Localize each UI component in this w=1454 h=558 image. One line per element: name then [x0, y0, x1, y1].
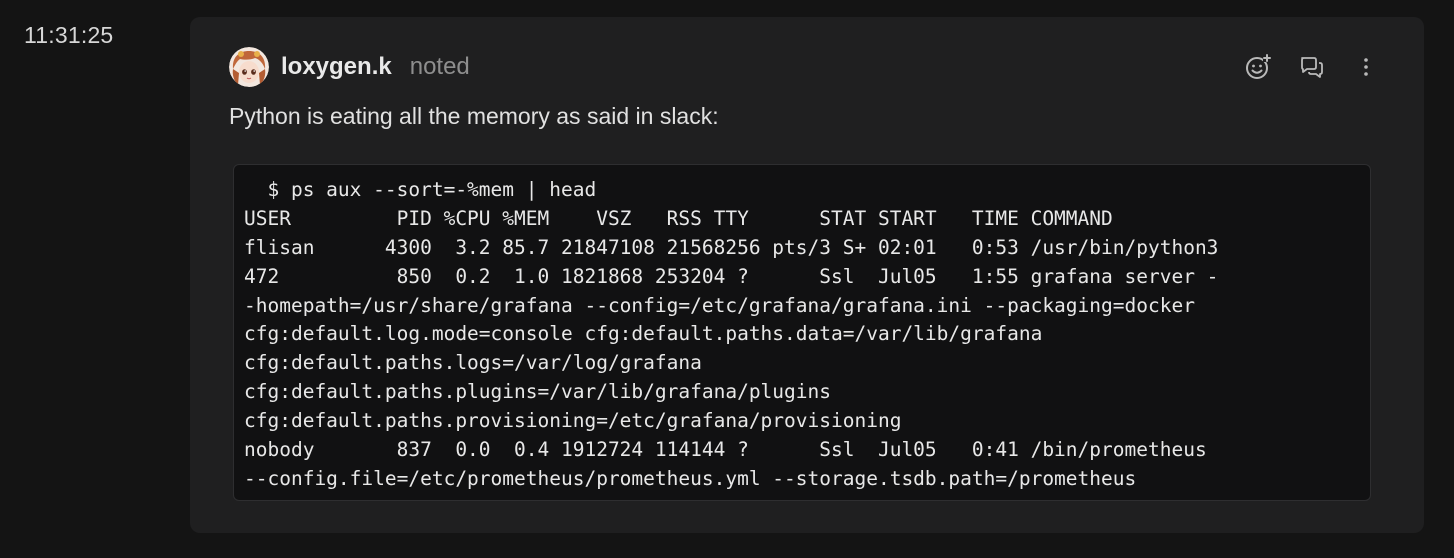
code-line: flisan 4300 3.2 85.7 21847108 21568256 p… — [244, 235, 1219, 259]
code-line: cfg:default.paths.provisioning=/etc/graf… — [244, 409, 902, 433]
post-card: loxygen.k noted Python is eating all the… — [190, 17, 1424, 533]
code-line: $ ps aux --sort=-%mem | head — [244, 178, 597, 201]
message-text: Python is eating all the memory as said … — [229, 103, 719, 129]
reply-thread-icon — [1301, 57, 1323, 78]
add-reaction-icon — [1246, 54, 1271, 79]
more-options-button[interactable] — [1352, 53, 1380, 81]
add-reaction-button[interactable] — [1244, 53, 1272, 81]
avatar-image — [229, 47, 269, 87]
message-actions — [1244, 53, 1380, 81]
code-line: cfg:default.paths.logs=/var/log/grafana — [244, 351, 702, 375]
post-header: loxygen.k noted — [229, 45, 470, 89]
code-line: nobody 837 0.0 0.4 1912724 114144 ? Ssl … — [244, 438, 1207, 462]
code-line: -homepath=/usr/share/grafana --config=/e… — [244, 293, 1195, 317]
more-options-icon — [1364, 58, 1368, 76]
reply-thread-button[interactable] — [1298, 53, 1326, 81]
code-line: USER PID %CPU %MEM VSZ RSS TTY STAT STAR… — [244, 206, 1113, 230]
code-line: cfg:default.paths.plugins=/var/lib/grafa… — [244, 380, 831, 404]
avatar[interactable] — [229, 47, 269, 87]
code-line: --config.file=/etc/prometheus/prometheus… — [244, 466, 1137, 490]
message-timestamp: 11:31:25 — [24, 22, 114, 48]
post-verb: noted — [409, 53, 470, 80]
code-line: 472 850 0.2 1.0 1821868 253204 ? Ssl Jul… — [244, 264, 1219, 288]
code-block: $ ps aux --sort=-%mem | head USER PID %C… — [233, 164, 1371, 501]
username[interactable]: loxygen.k — [281, 53, 392, 81]
code-line: cfg:default.log.mode=console cfg:default… — [244, 322, 1043, 346]
